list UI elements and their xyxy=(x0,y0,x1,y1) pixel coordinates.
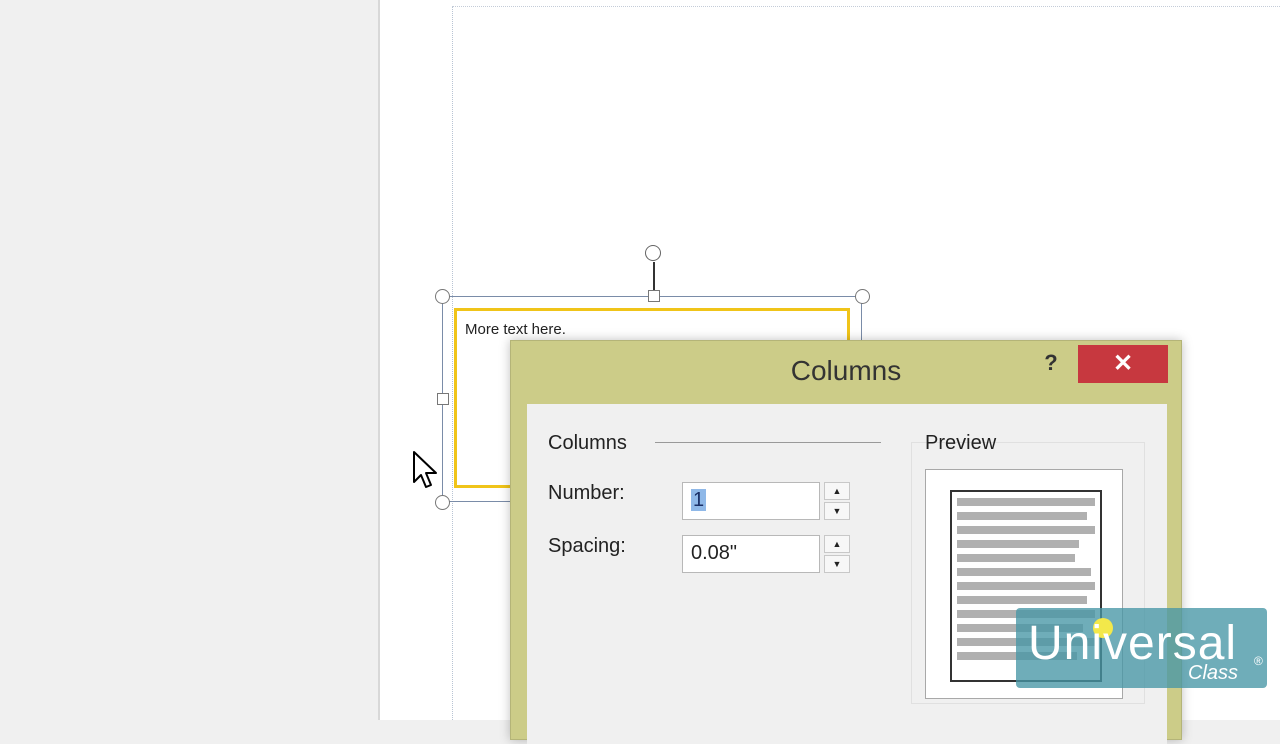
spacing-label: Spacing: xyxy=(548,535,626,557)
text-box-content[interactable]: More text here. xyxy=(465,321,566,338)
resize-handle-bottom-left[interactable] xyxy=(435,495,450,510)
number-stepper: ▲ ▼ xyxy=(824,482,850,520)
help-icon[interactable]: ? xyxy=(1039,349,1063,377)
left-pane xyxy=(0,0,378,720)
spin-down-icon[interactable]: ▼ xyxy=(824,555,850,573)
number-value: 1 xyxy=(691,489,707,511)
dialog-body: Columns Number: 1 ▲ ▼ Spacing: 0.08" ▲ ▼… xyxy=(527,404,1167,744)
columns-section-label: Columns xyxy=(548,432,627,454)
spacing-stepper: ▲ ▼ xyxy=(824,535,850,573)
resize-handle-left[interactable] xyxy=(437,393,449,405)
spin-up-icon[interactable]: ▲ xyxy=(824,535,850,553)
preview-line xyxy=(957,498,1095,506)
logo-sub-text: Class xyxy=(1188,662,1239,684)
spin-down-icon[interactable]: ▼ xyxy=(824,502,850,520)
number-field[interactable]: 1 xyxy=(682,482,820,520)
preview-label: Preview xyxy=(925,432,997,454)
preview-line xyxy=(957,568,1091,576)
spacing-field[interactable]: 0.08" xyxy=(682,535,820,573)
number-label: Number: xyxy=(548,482,625,504)
preview-line xyxy=(957,582,1095,590)
rotation-handle[interactable] xyxy=(645,245,661,261)
preview-line xyxy=(957,596,1087,604)
resize-handle-top-right[interactable] xyxy=(855,289,870,304)
spin-up-icon[interactable]: ▲ xyxy=(824,482,850,500)
registered-mark: ® xyxy=(1254,654,1263,668)
preview-line xyxy=(957,540,1079,548)
universal-class-logo: Universal ® Class xyxy=(1016,608,1267,688)
section-divider xyxy=(655,442,881,443)
resize-handle-top-left[interactable] xyxy=(435,289,450,304)
resize-handle-top[interactable] xyxy=(648,290,660,302)
spacing-value: 0.08" xyxy=(691,542,738,564)
close-icon: ✕ xyxy=(1112,350,1134,377)
preview-line xyxy=(957,526,1095,534)
page-margin-guide-horizontal xyxy=(452,6,1280,7)
preview-line xyxy=(957,512,1087,520)
close-button[interactable]: ✕ xyxy=(1078,345,1168,383)
preview-line xyxy=(957,554,1075,562)
mouse-cursor-icon xyxy=(413,451,437,488)
